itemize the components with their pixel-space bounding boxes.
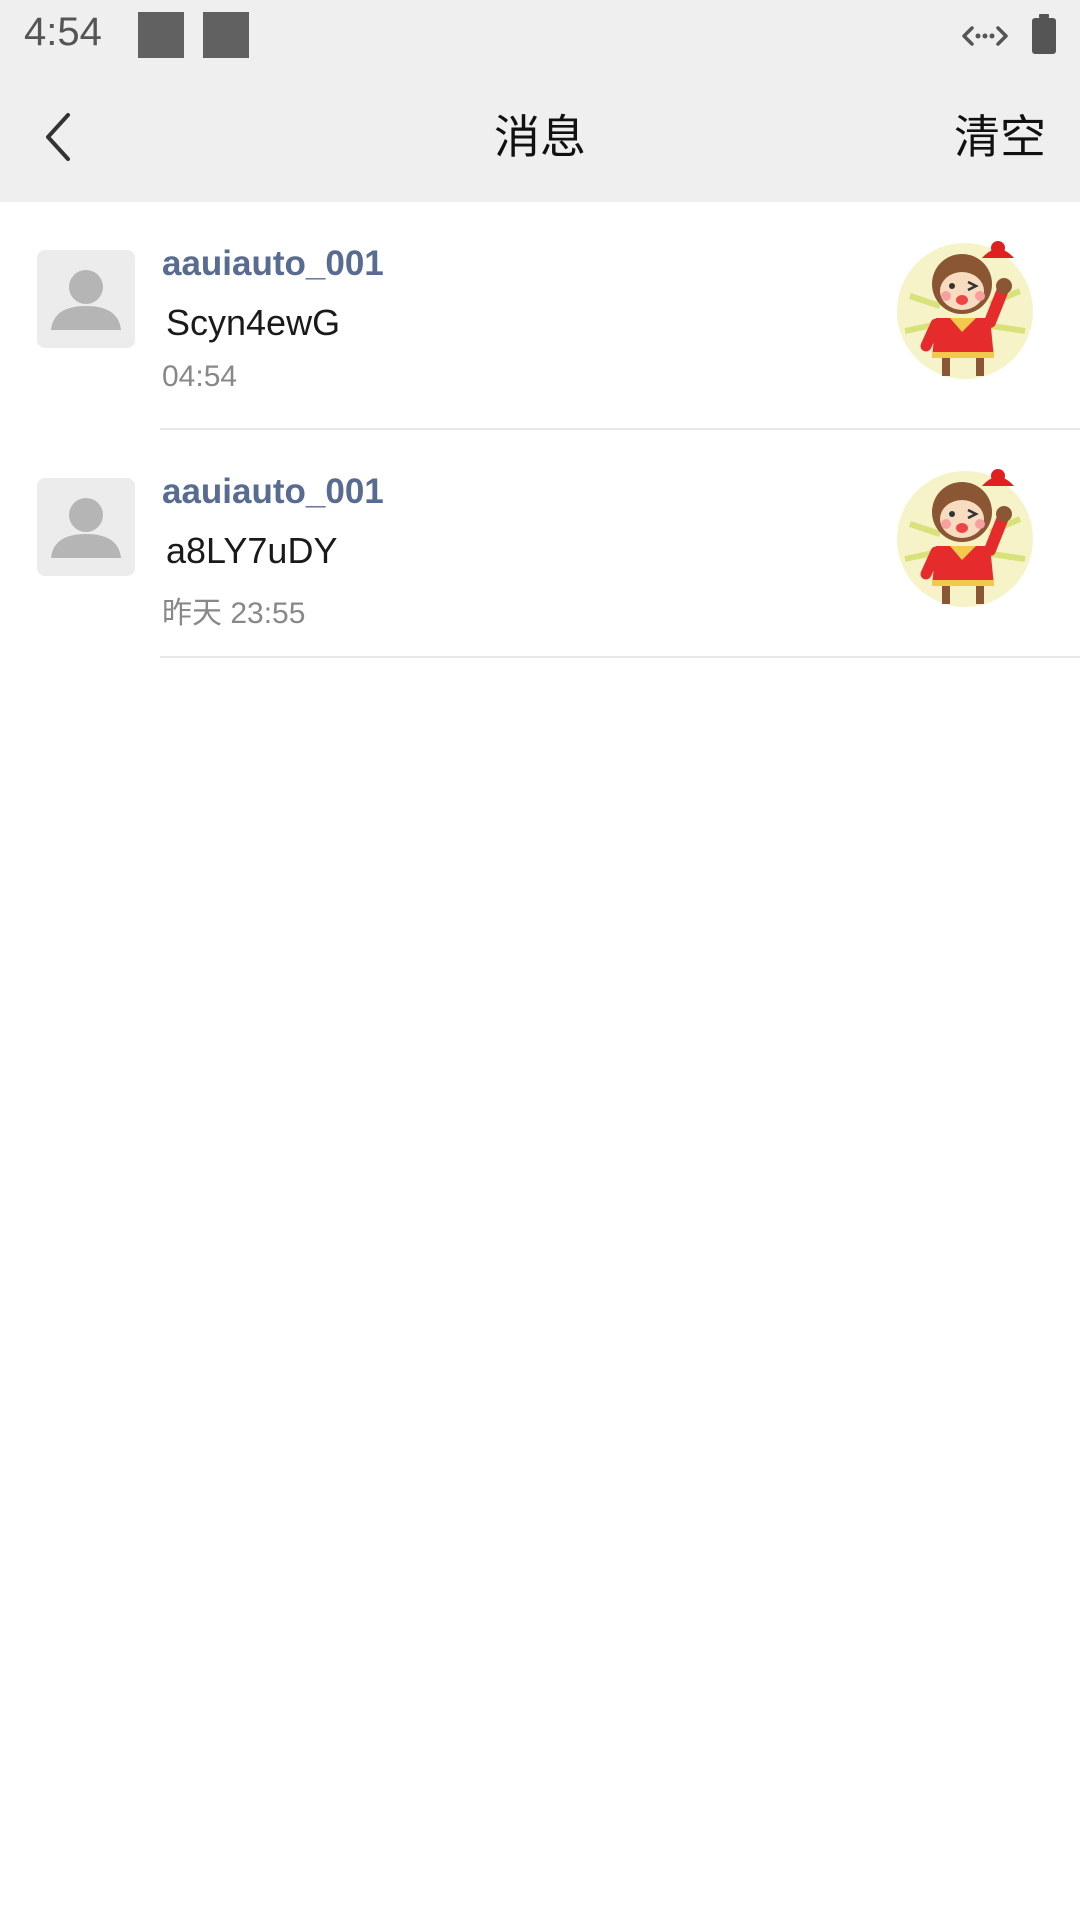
sender-name: aauiauto_001 [162, 244, 384, 283]
default-user-icon [51, 498, 121, 558]
avatar[interactable] [37, 250, 135, 348]
message-text: Scyn4ewG [166, 302, 341, 343]
page-title: 消息 [494, 110, 586, 164]
data-transfer-icon [962, 26, 1008, 46]
divider [160, 656, 1080, 658]
app-bar: 消息 清空 [0, 72, 1080, 202]
notification-square-icon [138, 12, 184, 58]
clear-button[interactable]: 清空 [954, 72, 1046, 202]
status-bar: 4:54 [0, 0, 1080, 72]
message-text: a8LY7uDY [166, 530, 338, 571]
message-list: aauiauto_001 Scyn4ewG 04:54 aauiauto_001… [0, 202, 1080, 658]
message-time: 04:54 [162, 360, 238, 393]
default-user-icon [51, 270, 121, 330]
avatar[interactable] [37, 478, 135, 576]
message-time: 昨天 23:55 [162, 597, 306, 630]
status-time: 4:54 [24, 10, 102, 54]
message-item[interactable]: aauiauto_001 Scyn4ewG 04:54 [0, 202, 1080, 430]
battery-icon [1032, 14, 1056, 54]
notification-square-icon [203, 12, 249, 58]
chevron-left-icon [46, 113, 70, 161]
message-item[interactable]: aauiauto_001 a8LY7uDY 昨天 23:55 [0, 430, 1080, 658]
sender-name: aauiauto_001 [162, 472, 384, 511]
monkey-sticker-icon[interactable] [890, 464, 1040, 614]
monkey-sticker-icon[interactable] [890, 236, 1040, 386]
back-button[interactable] [20, 99, 96, 175]
